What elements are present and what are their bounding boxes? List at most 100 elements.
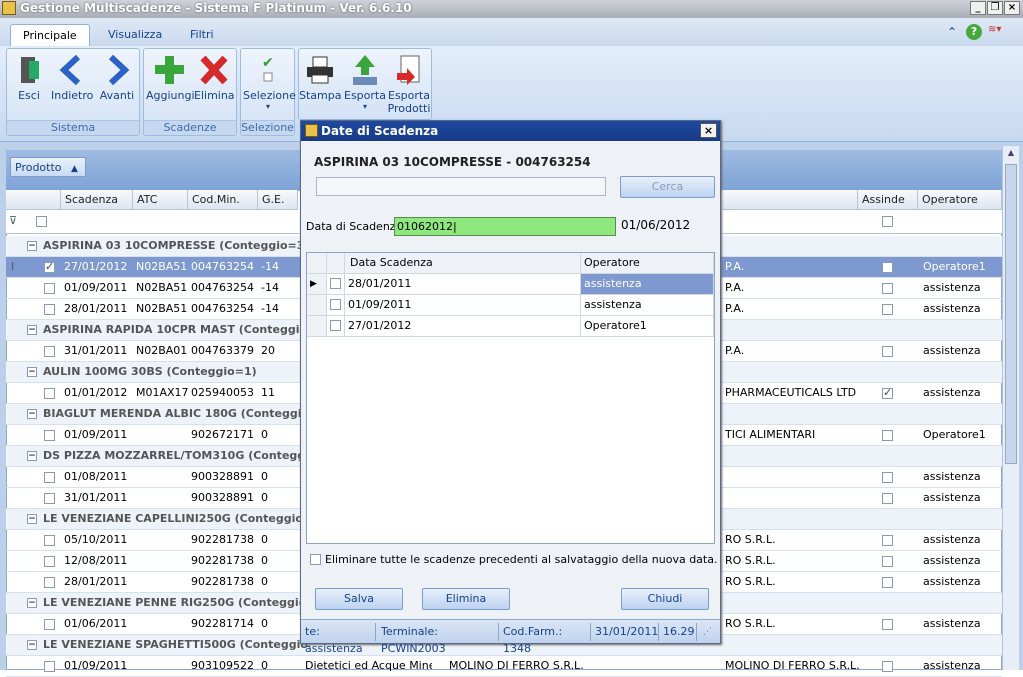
tab-principale[interactable]: Principale [10,24,90,46]
row-checkbox[interactable] [44,283,55,294]
dgrid-date-cell[interactable]: 01/09/2011 [345,295,581,316]
assinde-checkbox[interactable] [882,430,893,441]
tab-visualizza[interactable]: Visualizza [96,24,174,46]
row-checkbox[interactable] [44,260,55,273]
dialog-search-input[interactable] [316,177,606,196]
tab-filtri[interactable]: Filtri [178,24,226,46]
assinde-checkbox[interactable] [882,283,893,294]
save-button[interactable]: Salva [315,588,403,610]
col-header-ditta[interactable] [722,190,858,210]
assinde-checkbox[interactable] [882,304,893,315]
col-header-ge[interactable]: G.E. [258,190,298,210]
row-checkbox[interactable] [44,472,55,483]
dgrid-operatore-cell[interactable]: Operatore1 [581,316,714,337]
svg-text:✔: ✔ [262,55,274,71]
options-icon[interactable]: ≋▾ [988,24,1016,38]
dgrid-row-checkbox[interactable] [330,278,341,289]
delete-button[interactable]: Elimina [422,588,510,610]
collapse-icon[interactable]: − [27,409,37,419]
dialog-product-title: ASPIRINA 03 10COMPRESSE - 004763254 [314,155,591,169]
filter-icon[interactable]: ⊽ [9,214,17,227]
scroll-up-icon[interactable]: ▲ [1005,148,1017,160]
assinde-checkbox[interactable] [882,535,893,546]
col-header-atc[interactable]: ATC [133,190,188,210]
dgrid-row-checkbox[interactable] [330,299,341,310]
stampa-button[interactable]: Stampa [299,53,341,102]
row-checkbox[interactable] [44,619,55,630]
row-checkbox[interactable] [44,577,55,588]
row-checkbox[interactable] [44,430,55,441]
assinde-checkbox[interactable] [882,619,893,630]
assinde-checkbox[interactable] [882,262,893,273]
elimina-button[interactable]: Elimina [194,53,235,102]
selezione-button[interactable]: ✔ Selezione ▾ [243,53,296,111]
row-checkbox[interactable] [44,346,55,357]
resize-grip-icon[interactable]: ⋰ [703,627,712,637]
table-row[interactable]: 01/09/2011 903109522 0 Dietetici ed Acque M… [6,656,1002,677]
dgrid-check-cell[interactable] [327,316,345,337]
col-header-operatore[interactable]: Operatore [918,190,1002,210]
row-checkbox[interactable] [44,304,55,315]
filter-assinde[interactable] [882,216,893,227]
cell-cod: 902281738 [191,554,254,567]
help-icon[interactable]: ? [966,24,982,40]
indietro-button[interactable]: Indietro [51,53,93,102]
assinde-checkbox[interactable] [882,577,893,588]
esporta-prodotti-button[interactable]: Esporta Prodotti [387,53,431,115]
esci-button[interactable]: Esci [11,53,47,102]
dialog-search-button[interactable]: Cerca [620,176,715,198]
assinde-checkbox[interactable] [882,386,893,399]
dgrid-operatore-cell[interactable]: assistenza [581,274,714,295]
col-header-assinde[interactable]: Assinde [858,190,918,210]
window-title: Gestione Multiscadenze - Sistema F Plati… [20,1,412,15]
row-checkbox[interactable] [44,388,55,399]
collapse-icon[interactable]: − [27,367,37,377]
cell-atc [133,488,188,509]
row-checkbox[interactable] [44,535,55,546]
filter-check-all[interactable] [36,216,47,227]
col-header-scadenza[interactable]: Scadenza [61,190,133,210]
assinde-checkbox[interactable] [882,556,893,567]
aggiungi-button[interactable]: Aggiungi [146,53,195,102]
dgrid-check-cell[interactable] [327,274,345,295]
minimize-button[interactable]: _ [970,1,986,15]
collapse-icon[interactable]: − [27,514,37,524]
scroll-thumb[interactable] [1005,164,1017,464]
restore-button[interactable]: ❐ [987,1,1003,15]
group-by-chip[interactable]: Prodotto ▲ [10,157,86,177]
dgrid-col-date[interactable]: Data Scadenza [345,253,581,274]
status-bar: te: assistenza Terminale: PCWIN2003 Cod.… [301,619,720,655]
assinde-checkbox[interactable] [882,346,893,357]
assinde-checkbox[interactable] [882,493,893,504]
expiry-date-input[interactable]: 01062012| [394,217,616,236]
close-dialog-button[interactable]: Chiudi [621,588,709,610]
cell-cod: 900328891 [191,470,254,483]
collapse-icon[interactable]: − [27,325,37,335]
collapse-icon[interactable]: − [27,598,37,608]
vertical-scrollbar[interactable]: ▲ [1002,146,1019,670]
row-checkbox[interactable] [44,661,55,672]
collapse-icon[interactable]: − [27,241,37,251]
col-header-codmin[interactable]: Cod.Min. [188,190,258,210]
dgrid-check-cell[interactable] [327,295,345,316]
dgrid-date-cell[interactable]: 27/01/2012 [345,316,581,337]
dgrid-row-checkbox[interactable] [330,320,341,331]
row-checkbox[interactable] [44,493,55,504]
dialog-close-button[interactable]: × [700,123,717,138]
avanti-button[interactable]: Avanti [97,53,137,102]
row-checkbox[interactable] [44,556,55,567]
assinde-checkbox[interactable] [882,661,893,672]
cell-ge: 0 [261,659,268,672]
esporta-button[interactable]: Esporta ▾ [343,53,387,111]
dgrid-operatore-cell[interactable]: assistenza [581,295,714,316]
dialog-title-bar: Date di Scadenza × [301,121,720,141]
ribbon-collapse-icon[interactable]: ⌃ [947,25,957,39]
cell-atc [133,656,188,677]
assinde-checkbox[interactable] [882,472,893,483]
dgrid-col-operatore[interactable]: Operatore [581,253,714,274]
collapse-icon[interactable]: − [27,640,37,650]
close-button[interactable]: × [1004,1,1020,15]
dgrid-date-cell[interactable]: 28/01/2011 [345,274,581,295]
delete-previous-checkbox[interactable] [310,554,321,565]
collapse-icon[interactable]: − [27,451,37,461]
